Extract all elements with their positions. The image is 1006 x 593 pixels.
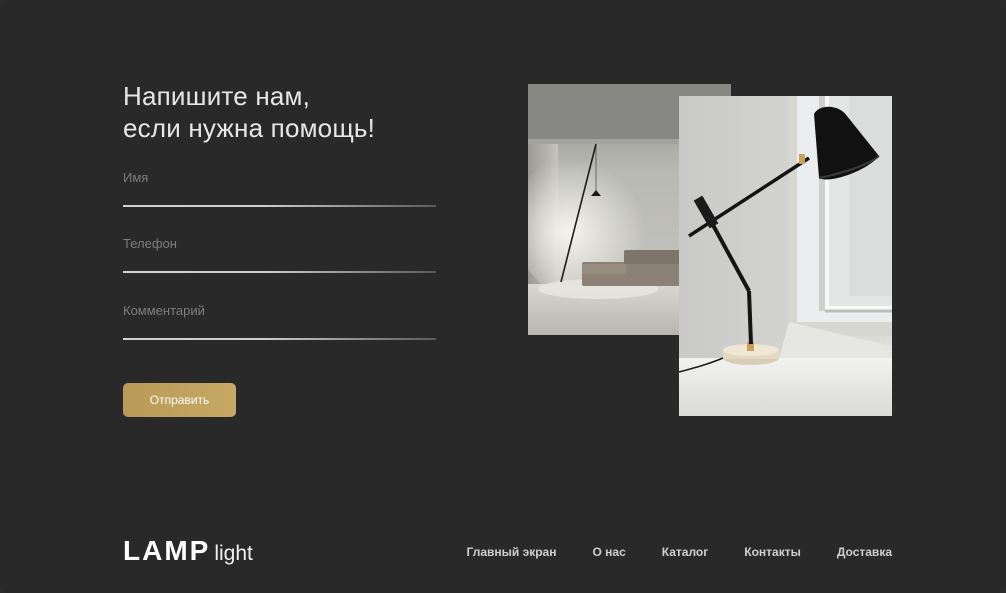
submit-button[interactable]: Отправить <box>123 383 236 417</box>
nav-delivery[interactable]: Доставка <box>837 545 892 559</box>
footer-nav: Главный экран О нас Каталог Контакты Дос… <box>467 545 893 559</box>
heading-line-2: если нужна помощь! <box>123 113 376 143</box>
contact-section: Напишите нам, если нужна помощь! Отправи… <box>0 0 1006 593</box>
heading-line-1: Напишите нам, <box>123 81 311 111</box>
desk-lamp-illustration <box>679 96 892 416</box>
logo-lamp: LAMP <box>123 535 211 566</box>
comment-field-wrapper <box>123 302 436 340</box>
logo-light: light <box>214 542 253 565</box>
name-field-wrapper <box>123 169 436 207</box>
nav-catalog[interactable]: Каталог <box>662 545 709 559</box>
nav-home[interactable]: Главный экран <box>467 545 557 559</box>
comment-field-underline <box>123 338 436 340</box>
phone-field-underline <box>123 271 436 273</box>
name-field-underline <box>123 205 436 207</box>
nav-contacts[interactable]: Контакты <box>744 545 801 559</box>
phone-field[interactable] <box>123 236 436 251</box>
nav-about[interactable]: О нас <box>592 545 625 559</box>
name-field[interactable] <box>123 170 436 185</box>
comment-field[interactable] <box>123 303 436 318</box>
page-title: Напишите нам, если нужна помощь! <box>123 80 375 144</box>
logo[interactable]: LAMP light <box>123 535 253 567</box>
desk-lamp-photo <box>679 96 892 416</box>
phone-field-wrapper <box>123 235 436 273</box>
